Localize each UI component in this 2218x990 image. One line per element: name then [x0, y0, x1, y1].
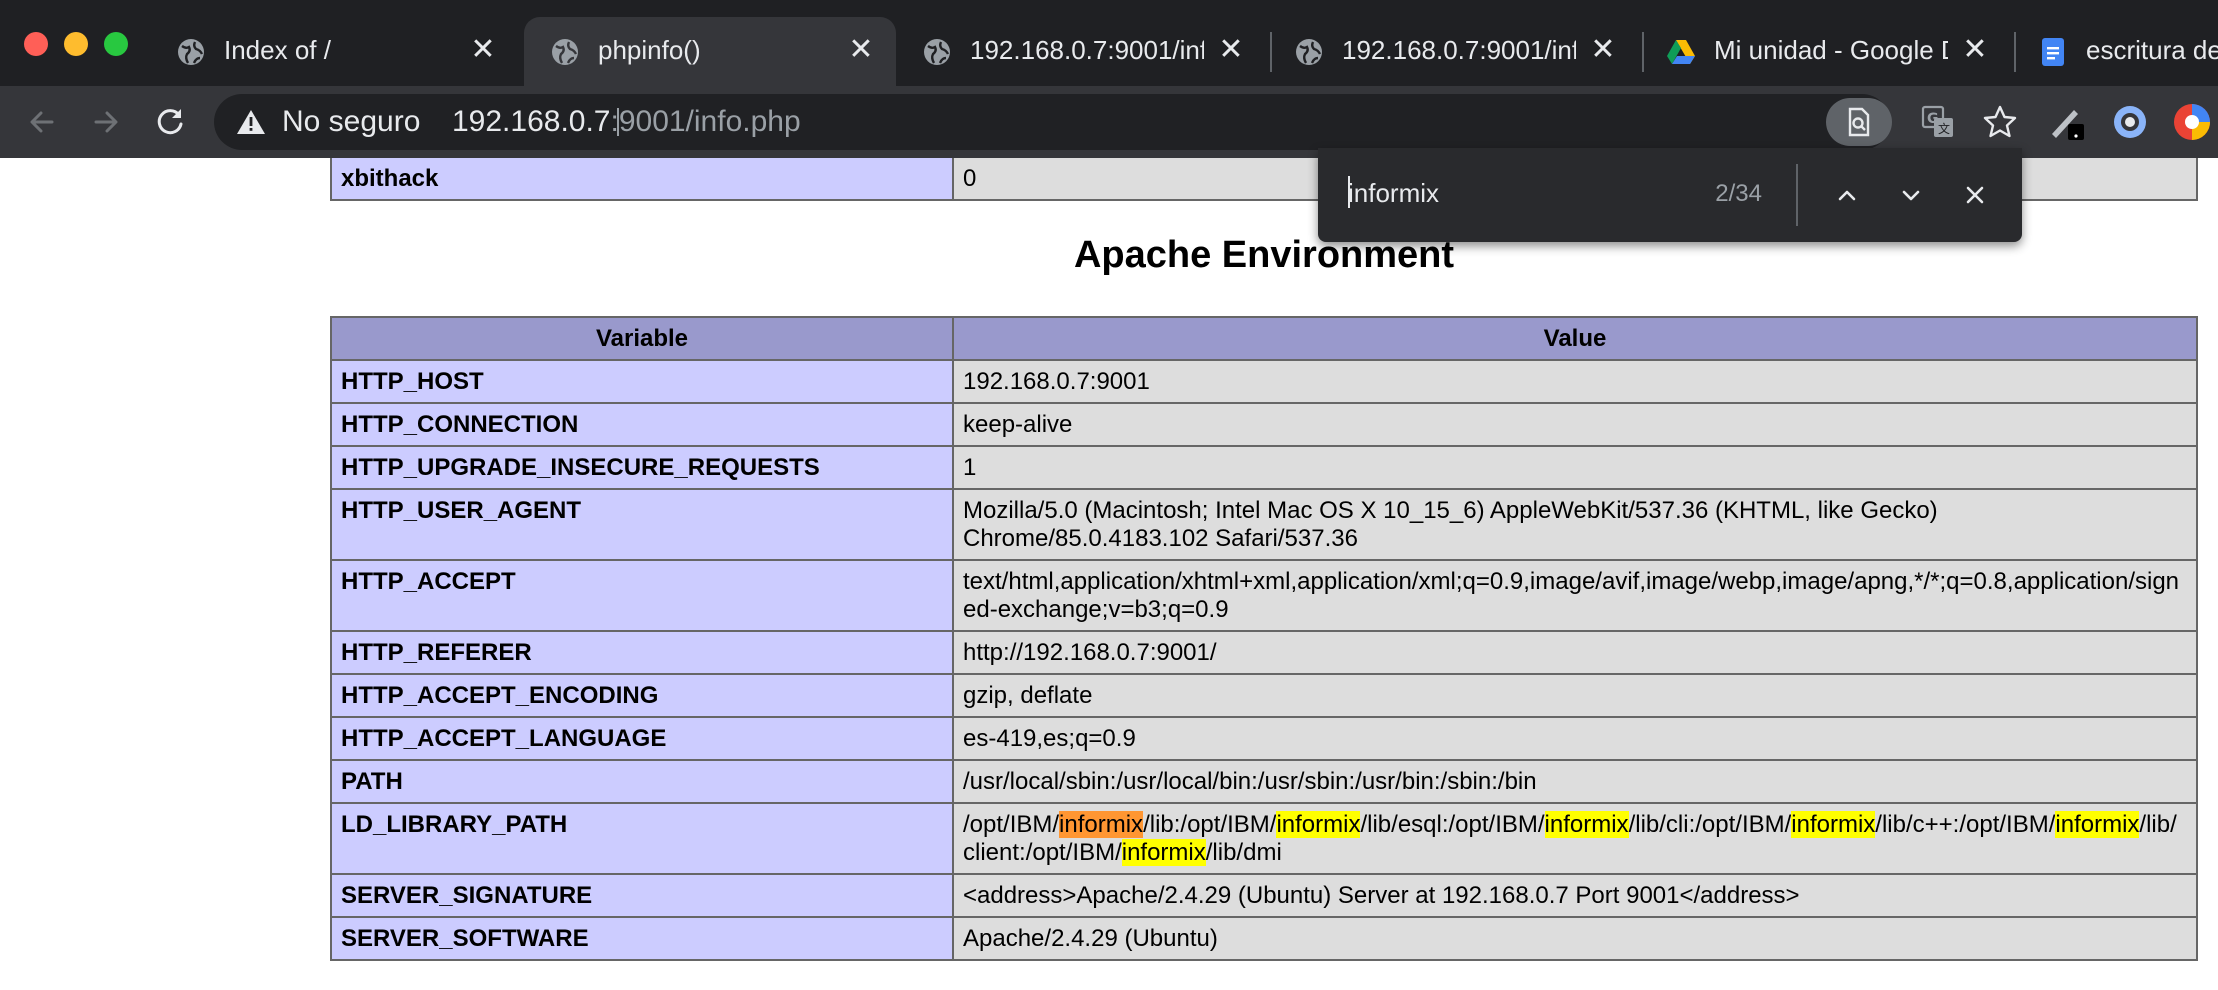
row-value-highlighted: /opt/IBM/informix/lib:/opt/IBM/informix/… — [952, 802, 2198, 875]
row-value: 192.168.0.7:9001 — [952, 359, 2198, 404]
table-row: PATH /usr/local/sbin:/usr/local/bin:/usr… — [330, 759, 2198, 804]
row-value: 1 — [952, 445, 2198, 490]
globe-icon — [178, 39, 204, 65]
find-match: informix — [1791, 811, 1876, 838]
row-name: SERVER_SOFTWARE — [330, 916, 954, 961]
find-active-indicator[interactable] — [1826, 98, 1892, 146]
tab-close-icon[interactable]: ✕ — [468, 35, 498, 65]
tab-google-docs[interactable]: escritura de — [2012, 17, 2218, 86]
table-row: HTTP_CONNECTION keep-alive — [330, 402, 2198, 447]
tab-google-drive[interactable]: Mi unidad - Google D ✕ — [1640, 17, 2010, 86]
url-text[interactable]: 192.168.0.7:9001/info.php — [452, 105, 801, 139]
security-label[interactable]: No seguro — [282, 105, 420, 139]
globe-icon — [552, 39, 578, 65]
translate-icon[interactable]: G 文 — [1920, 104, 1956, 140]
row-name: SERVER_SIGNATURE — [330, 873, 954, 918]
google-drive-icon — [1667, 40, 1695, 64]
row-name: HTTP_CONNECTION — [330, 402, 954, 447]
forward-arrow-icon[interactable] — [82, 98, 130, 146]
url-path: :9001/info.php — [610, 105, 801, 138]
svg-text:文: 文 — [1938, 121, 1950, 136]
tab-info-php-1[interactable]: 192.168.0.7:9001/info ✕ — [896, 17, 1266, 86]
extension-icon[interactable] — [2108, 100, 2152, 144]
globe-icon — [924, 39, 950, 65]
row-value: gzip, deflate — [952, 673, 2198, 718]
table-header-row: Variable Value — [330, 316, 2198, 361]
tab-title: Index of / — [224, 35, 331, 65]
find-bar: informix 2/34 — [1318, 148, 2022, 242]
tab-info-php-2[interactable]: 192.168.0.7:9001/info ✕ — [1268, 17, 1638, 86]
find-match: informix — [1544, 811, 1629, 838]
find-match: informix — [2055, 811, 2140, 838]
bookmark-star-icon[interactable] — [1982, 104, 2018, 140]
profile-extension-icon[interactable] — [2170, 100, 2214, 144]
chevron-up-icon[interactable] — [1830, 178, 1864, 212]
find-match-count: 2/34 — [1715, 180, 1762, 207]
warning-icon[interactable] — [236, 108, 266, 136]
tab-title: 192.168.0.7:9001/info — [1342, 35, 1576, 65]
row-value: http://192.168.0.7:9001/ — [952, 630, 2198, 675]
window-close-button[interactable] — [24, 32, 48, 56]
url-host: 192.168.0.7 — [452, 105, 611, 138]
close-icon[interactable] — [1958, 178, 1992, 212]
row-value: text/html,application/xhtml+xml,applicat… — [952, 559, 2198, 632]
google-docs-icon — [2042, 38, 2064, 66]
row-name: xbithack — [330, 158, 954, 201]
table-row: HTTP_UPGRADE_INSECURE_REQUESTS 1 — [330, 445, 2198, 490]
table-row: HTTP_USER_AGENT Mozilla/5.0 (Macintosh; … — [330, 488, 2198, 561]
chevron-down-icon[interactable] — [1894, 178, 1928, 212]
table-row: HTTP_ACCEPT_LANGUAGE es-419,es;q=0.9 — [330, 716, 2198, 761]
table-row: HTTP_HOST 192.168.0.7:9001 — [330, 359, 2198, 404]
window-minimize-button[interactable] — [64, 32, 88, 56]
row-value: Apache/2.4.29 (Ubuntu) — [952, 916, 2198, 961]
reload-icon[interactable] — [146, 98, 194, 146]
row-value: /usr/local/sbin:/usr/local/bin:/usr/sbin… — [952, 759, 2198, 804]
back-arrow-icon[interactable] — [18, 98, 66, 146]
row-value: Mozilla/5.0 (Macintosh; Intel Mac OS X 1… — [952, 488, 2198, 561]
row-name: HTTP_ACCEPT — [330, 559, 954, 632]
tab-close-icon[interactable]: ✕ — [1216, 35, 1246, 65]
find-match: informix — [1121, 839, 1206, 866]
table-row: HTTP_ACCEPT_ENCODING gzip, deflate — [330, 673, 2198, 718]
row-name: HTTP_ACCEPT_LANGUAGE — [330, 716, 954, 761]
tab-close-icon[interactable]: ✕ — [846, 35, 876, 65]
tab-strip: Index of / ✕ phpinfo() ✕ 192.168.0.7:900… — [0, 0, 2218, 86]
page-content: xbithack 0 Apache Environment Variable V… — [0, 158, 2218, 990]
table-row: HTTP_REFERER http://192.168.0.7:9001/ — [330, 630, 2198, 675]
row-value: <address>Apache/2.4.29 (Ubuntu) Server a… — [952, 873, 2198, 918]
find-in-page-icon — [1848, 107, 1870, 137]
row-name: HTTP_REFERER — [330, 630, 954, 675]
find-match-current: informix — [1059, 811, 1144, 838]
row-name: HTTP_UPGRADE_INSECURE_REQUESTS — [330, 445, 954, 490]
window-zoom-button[interactable] — [104, 32, 128, 56]
tab-title: phpinfo() — [598, 35, 701, 65]
tab-title: Mi unidad - Google D — [1714, 35, 1948, 65]
tab-index-of[interactable]: Index of / ✕ — [150, 17, 518, 86]
table-row: SERVER_SIGNATURE <address>Apache/2.4.29 … — [330, 873, 2198, 918]
table-row: HTTP_ACCEPT text/html,application/xhtml+… — [330, 559, 2198, 632]
column-header-variable: Variable — [330, 316, 954, 361]
table-row: SERVER_SOFTWARE Apache/2.4.29 (Ubuntu) — [330, 916, 2198, 961]
find-match: informix — [1276, 811, 1361, 838]
row-name: LD_LIBRARY_PATH — [330, 802, 954, 875]
row-name: HTTP_USER_AGENT — [330, 488, 954, 561]
row-value: keep-alive — [952, 402, 2198, 447]
tab-close-icon[interactable]: ✕ — [1588, 35, 1618, 65]
pen-extension-icon[interactable] — [2044, 100, 2088, 144]
column-header-value: Value — [952, 316, 2198, 361]
row-name: HTTP_ACCEPT_ENCODING — [330, 673, 954, 718]
tab-close-icon[interactable]: ✕ — [1960, 35, 1990, 65]
address-bar[interactable]: No seguro 192.168.0.7:9001/info.php G 文 — [214, 94, 2017, 150]
table-row: LD_LIBRARY_PATH /opt/IBM/informix/lib:/o… — [330, 802, 2198, 875]
find-input[interactable]: informix — [1348, 178, 1439, 209]
find-bar-divider — [1796, 164, 1798, 226]
globe-icon — [1296, 39, 1322, 65]
tab-phpinfo[interactable]: phpinfo() ✕ — [524, 17, 896, 86]
row-name: HTTP_HOST — [330, 359, 954, 404]
row-name: PATH — [330, 759, 954, 804]
tab-title: escritura de — [2086, 35, 2218, 65]
row-value: es-419,es;q=0.9 — [952, 716, 2198, 761]
apache-environment-table: Variable Value HTTP_HOST 192.168.0.7:900… — [330, 316, 2198, 961]
tab-title: 192.168.0.7:9001/info — [970, 35, 1204, 65]
